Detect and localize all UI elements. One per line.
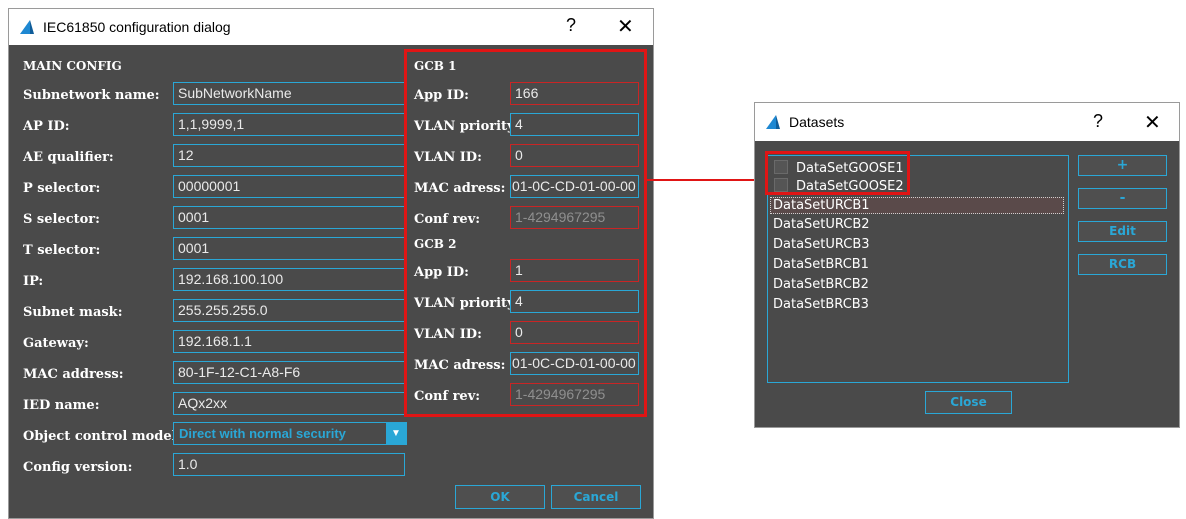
close-button[interactable]: ✕ <box>617 14 634 39</box>
app-logo-icon <box>20 20 34 34</box>
object-control-model-label: Object control model: <box>23 429 182 444</box>
subnet-mask-label: Subnet mask: <box>23 305 123 320</box>
list-item[interactable]: DataSetBRCB3 <box>773 297 869 312</box>
datasets-close-button[interactable]: Close <box>925 391 1012 414</box>
mac-address-label: MAC address: <box>23 367 124 382</box>
ied-name-label: IED name: <box>23 398 100 413</box>
list-item[interactable]: DataSetBRCB2 <box>773 277 869 292</box>
close-button[interactable]: ✕ <box>1144 110 1161 135</box>
help-button[interactable]: ? <box>1093 111 1103 132</box>
list-item[interactable]: DataSetURCB3 <box>773 237 870 252</box>
object-control-model-value: Direct with normal security <box>179 426 346 441</box>
ae-qualifier-label: AE qualifier: <box>23 150 114 165</box>
edit-button[interactable]: Edit <box>1078 221 1167 242</box>
config-dialog-title: IEC61850 configuration dialog <box>43 19 231 35</box>
ae-qualifier-field[interactable]: 12 <box>173 144 405 167</box>
gateway-label: Gateway: <box>23 336 89 351</box>
add-button[interactable]: + <box>1078 155 1167 176</box>
ap-id-label: AP ID: <box>23 119 70 134</box>
config-version-label: Config version: <box>23 460 133 475</box>
object-control-model-select[interactable]: Direct with normal security ▼ <box>173 422 407 445</box>
datasets-dialog: Datasets ? ✕ DataSetGOOSE1 DataSetGOOSE2… <box>754 102 1180 428</box>
ip-label: IP: <box>23 274 44 289</box>
cancel-button[interactable]: Cancel <box>551 485 641 509</box>
p-selector-label: P selector: <box>23 181 101 196</box>
config-version-field[interactable]: 1.0 <box>173 453 405 476</box>
help-button[interactable]: ? <box>566 15 576 36</box>
mac-address-field[interactable]: 80-1F-12-C1-A8-F6 <box>173 361 405 384</box>
rcb-button[interactable]: RCB <box>1078 254 1167 275</box>
datasets-dialog-title: Datasets <box>789 114 845 130</box>
gateway-field[interactable]: 192.168.1.1 <box>173 330 405 353</box>
dropdown-arrow-icon[interactable]: ▼ <box>386 423 406 444</box>
goose-highlight-box <box>765 151 910 195</box>
app-logo-icon <box>766 115 780 129</box>
subnetwork-name-field[interactable]: SubNetworkName <box>173 82 405 105</box>
p-selector-field[interactable]: 00000001 <box>173 175 405 198</box>
gcb-highlight-box <box>404 49 647 417</box>
list-item[interactable]: DataSetURCB2 <box>773 217 870 232</box>
list-item-selected[interactable]: DataSetURCB1 <box>770 197 1064 214</box>
t-selector-label: T selector: <box>23 243 101 258</box>
ok-button[interactable]: OK <box>455 485 545 509</box>
s-selector-label: S selector: <box>23 212 100 227</box>
subnetwork-name-label: Subnetwork name: <box>23 88 160 103</box>
config-dialog-titlebar: IEC61850 configuration dialog ? ✕ <box>9 9 653 45</box>
s-selector-field[interactable]: 0001 <box>173 206 405 229</box>
config-dialog: IEC61850 configuration dialog ? ✕ MAIN C… <box>8 8 654 519</box>
highlight-connector-line <box>646 179 766 181</box>
main-config-header: MAIN CONFIG <box>23 59 122 73</box>
datasets-dialog-titlebar: Datasets ? ✕ <box>755 103 1179 141</box>
subnet-mask-field[interactable]: 255.255.255.0 <box>173 299 405 322</box>
list-item[interactable]: DataSetBRCB1 <box>773 257 869 272</box>
t-selector-field[interactable]: 0001 <box>173 237 405 260</box>
ip-field[interactable]: 192.168.100.100 <box>173 268 405 291</box>
ap-id-field[interactable]: 1,1,9999,1 <box>173 113 405 136</box>
ied-name-field[interactable]: AQx2xx <box>173 392 405 415</box>
remove-button[interactable]: - <box>1078 188 1167 209</box>
